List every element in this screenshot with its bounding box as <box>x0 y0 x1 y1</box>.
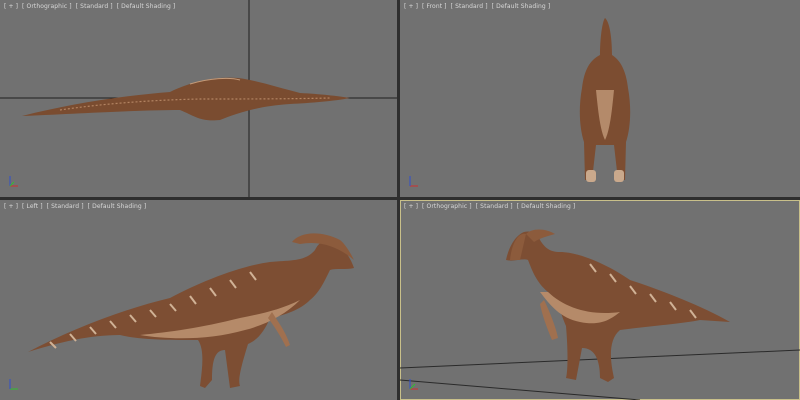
viewport-left[interactable]: [ + ] [ Left ] [ Standard ] [ Default Sh… <box>0 200 397 400</box>
viewport-shading-label[interactable]: [ Default Shading ] <box>117 3 176 10</box>
axis-gizmo-icon <box>406 376 420 392</box>
viewport-view-label[interactable]: [ Left ] <box>22 203 43 210</box>
viewport-menu-plus[interactable]: [ + ] <box>4 203 18 210</box>
viewport-label[interactable]: [ + ] [ Front ] [ Standard ] [ Default S… <box>404 3 552 10</box>
viewport-menu-plus[interactable]: [ + ] <box>404 203 418 210</box>
viewport-label[interactable]: [ + ] [ Left ] [ Standard ] [ Default Sh… <box>4 203 148 210</box>
viewport-front[interactable]: [ + ] [ Front ] [ Standard ] [ Default S… <box>400 0 800 197</box>
axis-gizmo-icon <box>6 173 20 189</box>
viewport-menu-plus[interactable]: [ + ] <box>404 3 418 10</box>
viewport-render-label[interactable]: [ Standard ] <box>451 3 488 10</box>
viewport-render-label[interactable]: [ Standard ] <box>47 203 84 210</box>
viewport-render-label[interactable]: [ Standard ] <box>476 203 513 210</box>
viewport-label[interactable]: [ + ] [ Orthographic ] [ Standard ] [ De… <box>404 203 577 210</box>
viewport-shading-label[interactable]: [ Default Shading ] <box>492 3 551 10</box>
viewport-shading-label[interactable]: [ Default Shading ] <box>517 203 576 210</box>
dinosaur-model-top[interactable] <box>22 77 350 121</box>
viewport-render-label[interactable]: [ Standard ] <box>76 3 113 10</box>
viewport-perspective[interactable]: [ + ] [ Orthographic ] [ Standard ] [ De… <box>400 200 800 400</box>
dinosaur-model-perspective[interactable] <box>506 229 730 383</box>
viewport-menu-plus[interactable]: [ + ] <box>4 3 18 10</box>
viewport-scene <box>28 233 354 388</box>
viewport-scene <box>400 229 800 400</box>
axis-gizmo-icon <box>6 376 20 392</box>
viewport-view-label[interactable]: [ Front ] <box>422 3 447 10</box>
viewport-view-label[interactable]: [ Orthographic ] <box>422 203 472 210</box>
viewport-scene <box>579 18 631 182</box>
viewport-shading-label[interactable]: [ Default Shading ] <box>88 203 147 210</box>
viewport-scene <box>0 0 397 197</box>
viewport-view-label[interactable]: [ Orthographic ] <box>22 3 72 10</box>
viewport-top[interactable]: [ + ] [ Orthographic ] [ Standard ] [ De… <box>0 0 397 197</box>
viewport-label[interactable]: [ + ] [ Orthographic ] [ Standard ] [ De… <box>4 3 177 10</box>
dinosaur-model-left[interactable] <box>28 233 354 388</box>
viewport-layout: [ + ] [ Orthographic ] [ Standard ] [ De… <box>0 0 800 400</box>
axis-gizmo-icon <box>406 173 420 189</box>
dinosaur-model-front[interactable] <box>579 18 631 182</box>
